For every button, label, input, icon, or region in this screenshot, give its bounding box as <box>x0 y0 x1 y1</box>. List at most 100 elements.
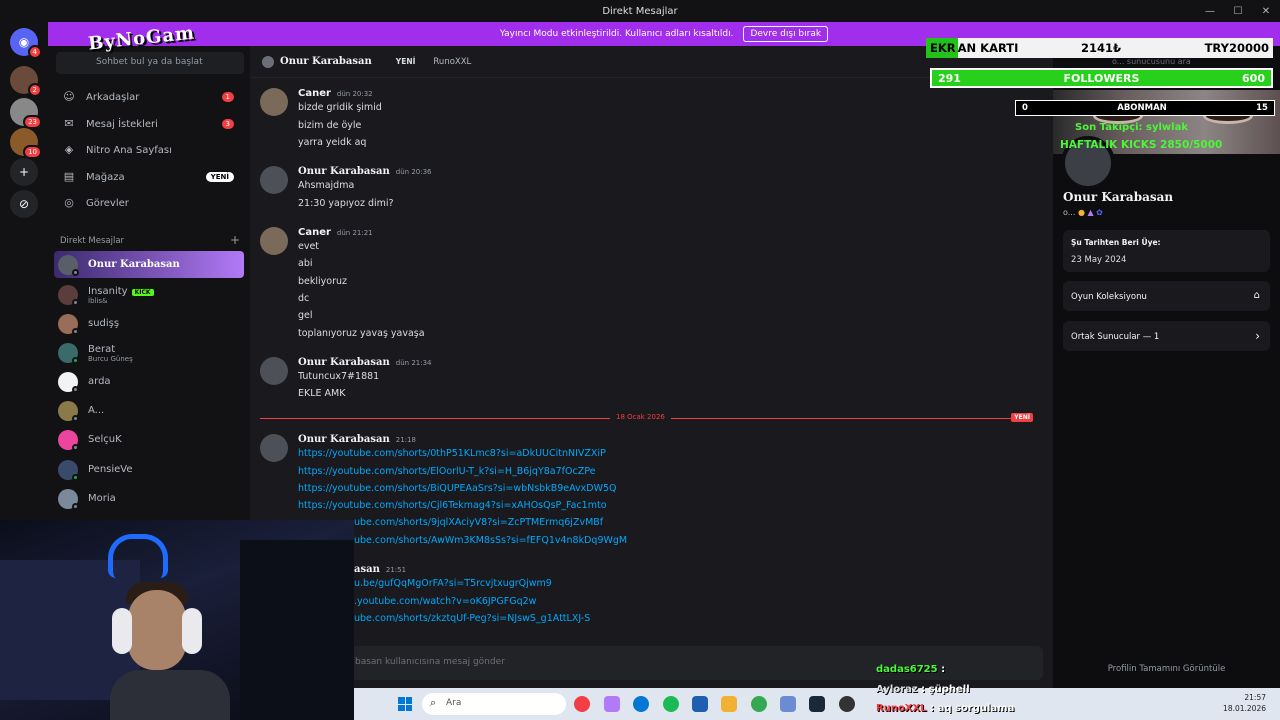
server-avatar-icon[interactable]: 2 <box>10 66 42 97</box>
chat-user: Ayloraz <box>876 684 918 695</box>
nav-friends[interactable]: ☺ Arkadaşlar 1 <box>56 85 244 109</box>
nav-nitro[interactable]: ◈ Nitro Ana Sayfası <box>56 138 244 162</box>
goal-label: AN KARTI <box>957 41 1019 55</box>
shop-icon: ▤ <box>63 170 75 183</box>
message-link[interactable]: https://youtube.com/shorts/0thP51KLmc8?s… <box>298 448 606 459</box>
message-text: bekliyoruz <box>298 276 348 287</box>
obs-icon[interactable] <box>839 696 855 712</box>
game-collection-card[interactable]: Oyun Koleksiyonu ⌂ <box>1063 281 1270 311</box>
edge-icon[interactable] <box>633 696 649 712</box>
avatar[interactable] <box>260 227 288 255</box>
maximize-button[interactable]: ☐ <box>1224 6 1252 17</box>
message-author[interactable]: asan 21:51 <box>354 564 406 575</box>
nitro-icon: ◈ <box>64 143 74 156</box>
copilot-icon[interactable] <box>604 696 620 712</box>
banner-text: Yayıncı Modu etkinleştirildi. Kullanıcı … <box>499 29 734 39</box>
nav-label: Mesaj İstekleri <box>86 118 158 130</box>
message-author[interactable]: Caner dün 20:32 <box>298 88 373 99</box>
view-full-profile-link[interactable]: Profilin Tamamını Görüntüle <box>1053 664 1280 674</box>
message-link[interactable]: https://youtube.com/shorts/ElOorlU-T_k?s… <box>298 466 595 477</box>
followers-label: FOLLOWERS <box>1063 71 1140 85</box>
dm-item[interactable]: Insanity KICK İblis& <box>54 281 244 308</box>
message-link[interactable]: u.be/gufQqMgOrFA?si=T5rcvjtxugrQjwm9 <box>354 578 552 589</box>
message-text: evet <box>298 241 320 252</box>
kick-badge: KICK <box>131 289 154 296</box>
chat-sep: : <box>937 664 946 675</box>
message-link[interactable]: .youtube.com/watch?v=oK6JPGFGq2w <box>354 596 536 607</box>
message-text: toplanıyoruz yavaş yavaşa <box>298 328 425 339</box>
windows-start-icon[interactable] <box>398 697 412 711</box>
taskbar-search[interactable]: ⌕ Ara <box>422 693 566 715</box>
other-user[interactable]: RunoXXL <box>433 57 471 67</box>
message-text: EKLE AMK <box>298 388 346 399</box>
mutual-servers-card[interactable]: Ortak Sunucular — 1 › <box>1063 321 1270 351</box>
folder-icon[interactable] <box>721 696 737 712</box>
dm-item[interactable]: Berat Burcu Güneş <box>54 339 244 366</box>
server-search-input[interactable]: o... sunucusunu ara <box>1112 57 1222 66</box>
dm-status: Burcu Güneş <box>88 355 133 363</box>
message-list: Caner dün 20:32 bizde gridik şimid bizim … <box>250 78 1053 688</box>
count-badge: 1 <box>221 92 234 102</box>
count-badge: 3 <box>221 119 234 129</box>
close-button[interactable]: ✕ <box>1252 6 1280 17</box>
nav-message-requests[interactable]: ✉ Mesaj İstekleri 3 <box>56 112 244 136</box>
goal-current: 2141₺ <box>1081 41 1122 55</box>
add-server-icon[interactable]: + <box>10 158 38 186</box>
dm-item[interactable]: PensieVe <box>54 456 244 483</box>
explore-icon[interactable]: ⊘ <box>10 190 38 218</box>
message-link[interactable]: https://youtube.com/shorts/BiQUPEAaSrs?s… <box>298 483 617 494</box>
notification-badge: 2 <box>27 83 42 97</box>
dm-section-header: Direkt Mesajlar <box>60 236 125 246</box>
last-follower: Son Takipçi: sylwlak <box>1075 122 1188 133</box>
streamer-body <box>110 670 230 720</box>
dm-name: arda <box>88 376 111 387</box>
nav-shop[interactable]: ▤ Mağaza YENİ <box>56 165 244 189</box>
timestamp: 21:18 <box>395 436 416 444</box>
store-icon[interactable] <box>692 696 708 712</box>
dm-item[interactable]: Onur Karabasan <box>54 251 244 278</box>
message-text: bizde gridik şimid <box>298 102 382 113</box>
search-input[interactable]: Sohbet bul ya da başlat <box>56 52 244 74</box>
message-author[interactable]: Onur Karabasan dün 21:34 <box>298 357 432 368</box>
avatar[interactable] <box>260 357 288 385</box>
avatar[interactable] <box>260 166 288 194</box>
dm-item[interactable]: Moria <box>54 485 244 512</box>
server-avatar-icon[interactable]: 23 <box>10 98 42 129</box>
profile-subtitle: o... ● ▲ ✿ <box>1063 208 1103 217</box>
discord-logo-icon[interactable]: ◉ 4 <box>10 28 42 59</box>
avatar <box>58 429 79 451</box>
message-link[interactable]: ube.com/shorts/zkztqUf-Peg?si=NJswS_g1At… <box>354 613 590 624</box>
message-link[interactable]: https://youtube.com/shorts/Cjl6Tekmag4?s… <box>298 500 607 511</box>
avatar <box>58 342 79 364</box>
dm-name: Berat <box>88 344 116 355</box>
avatar[interactable] <box>260 434 288 462</box>
dm-item[interactable]: sudişş <box>54 310 244 337</box>
avatar[interactable] <box>260 88 288 116</box>
app-icon[interactable] <box>574 696 590 712</box>
message-link[interactable]: ube.com/shorts/9jqlXAciyV8?si=ZcPTMErmq6… <box>354 517 603 528</box>
message-author[interactable]: Caner dün 21:21 <box>298 227 373 238</box>
taskbar-clock[interactable]: 21:57 18.01.2026 <box>1223 692 1266 714</box>
message-author[interactable]: Onur Karabasan dün 20:36 <box>298 166 432 177</box>
message-author[interactable]: Onur Karabasan 21:18 <box>298 434 416 445</box>
dm-item[interactable]: arda <box>54 368 244 395</box>
followers-current: 291 <box>938 71 961 85</box>
nav-quests[interactable]: ◎ Görevler <box>56 191 244 215</box>
server-avatar-icon[interactable]: 10 <box>10 128 42 159</box>
message-text: Tutuncux7#1881 <box>298 371 380 382</box>
chrome-icon[interactable] <box>751 696 767 712</box>
message-text: gel <box>298 310 313 321</box>
timestamp: dün 20:36 <box>395 168 432 176</box>
settings-icon[interactable] <box>780 696 796 712</box>
spotify-icon[interactable] <box>663 696 679 712</box>
goal-ekran-karti: EKR AN KARTI 2141₺ TRY20000 <box>926 38 1273 58</box>
dm-item[interactable]: SelçuK <box>54 426 244 453</box>
clock-date: 18.01.2026 <box>1223 704 1266 713</box>
minimize-button[interactable]: — <box>1196 6 1224 17</box>
create-dm-icon[interactable]: + <box>230 233 240 247</box>
steam-icon[interactable] <box>809 696 825 712</box>
message-link[interactable]: ube.com/shorts/AwWm3KM8sSs?si=fEFQ1v4n8k… <box>354 535 627 546</box>
chevron-right-icon: › <box>1255 329 1260 343</box>
disable-streamer-mode-button[interactable]: Devre dışı bırak <box>743 26 829 42</box>
dm-item[interactable]: A... <box>54 397 244 424</box>
